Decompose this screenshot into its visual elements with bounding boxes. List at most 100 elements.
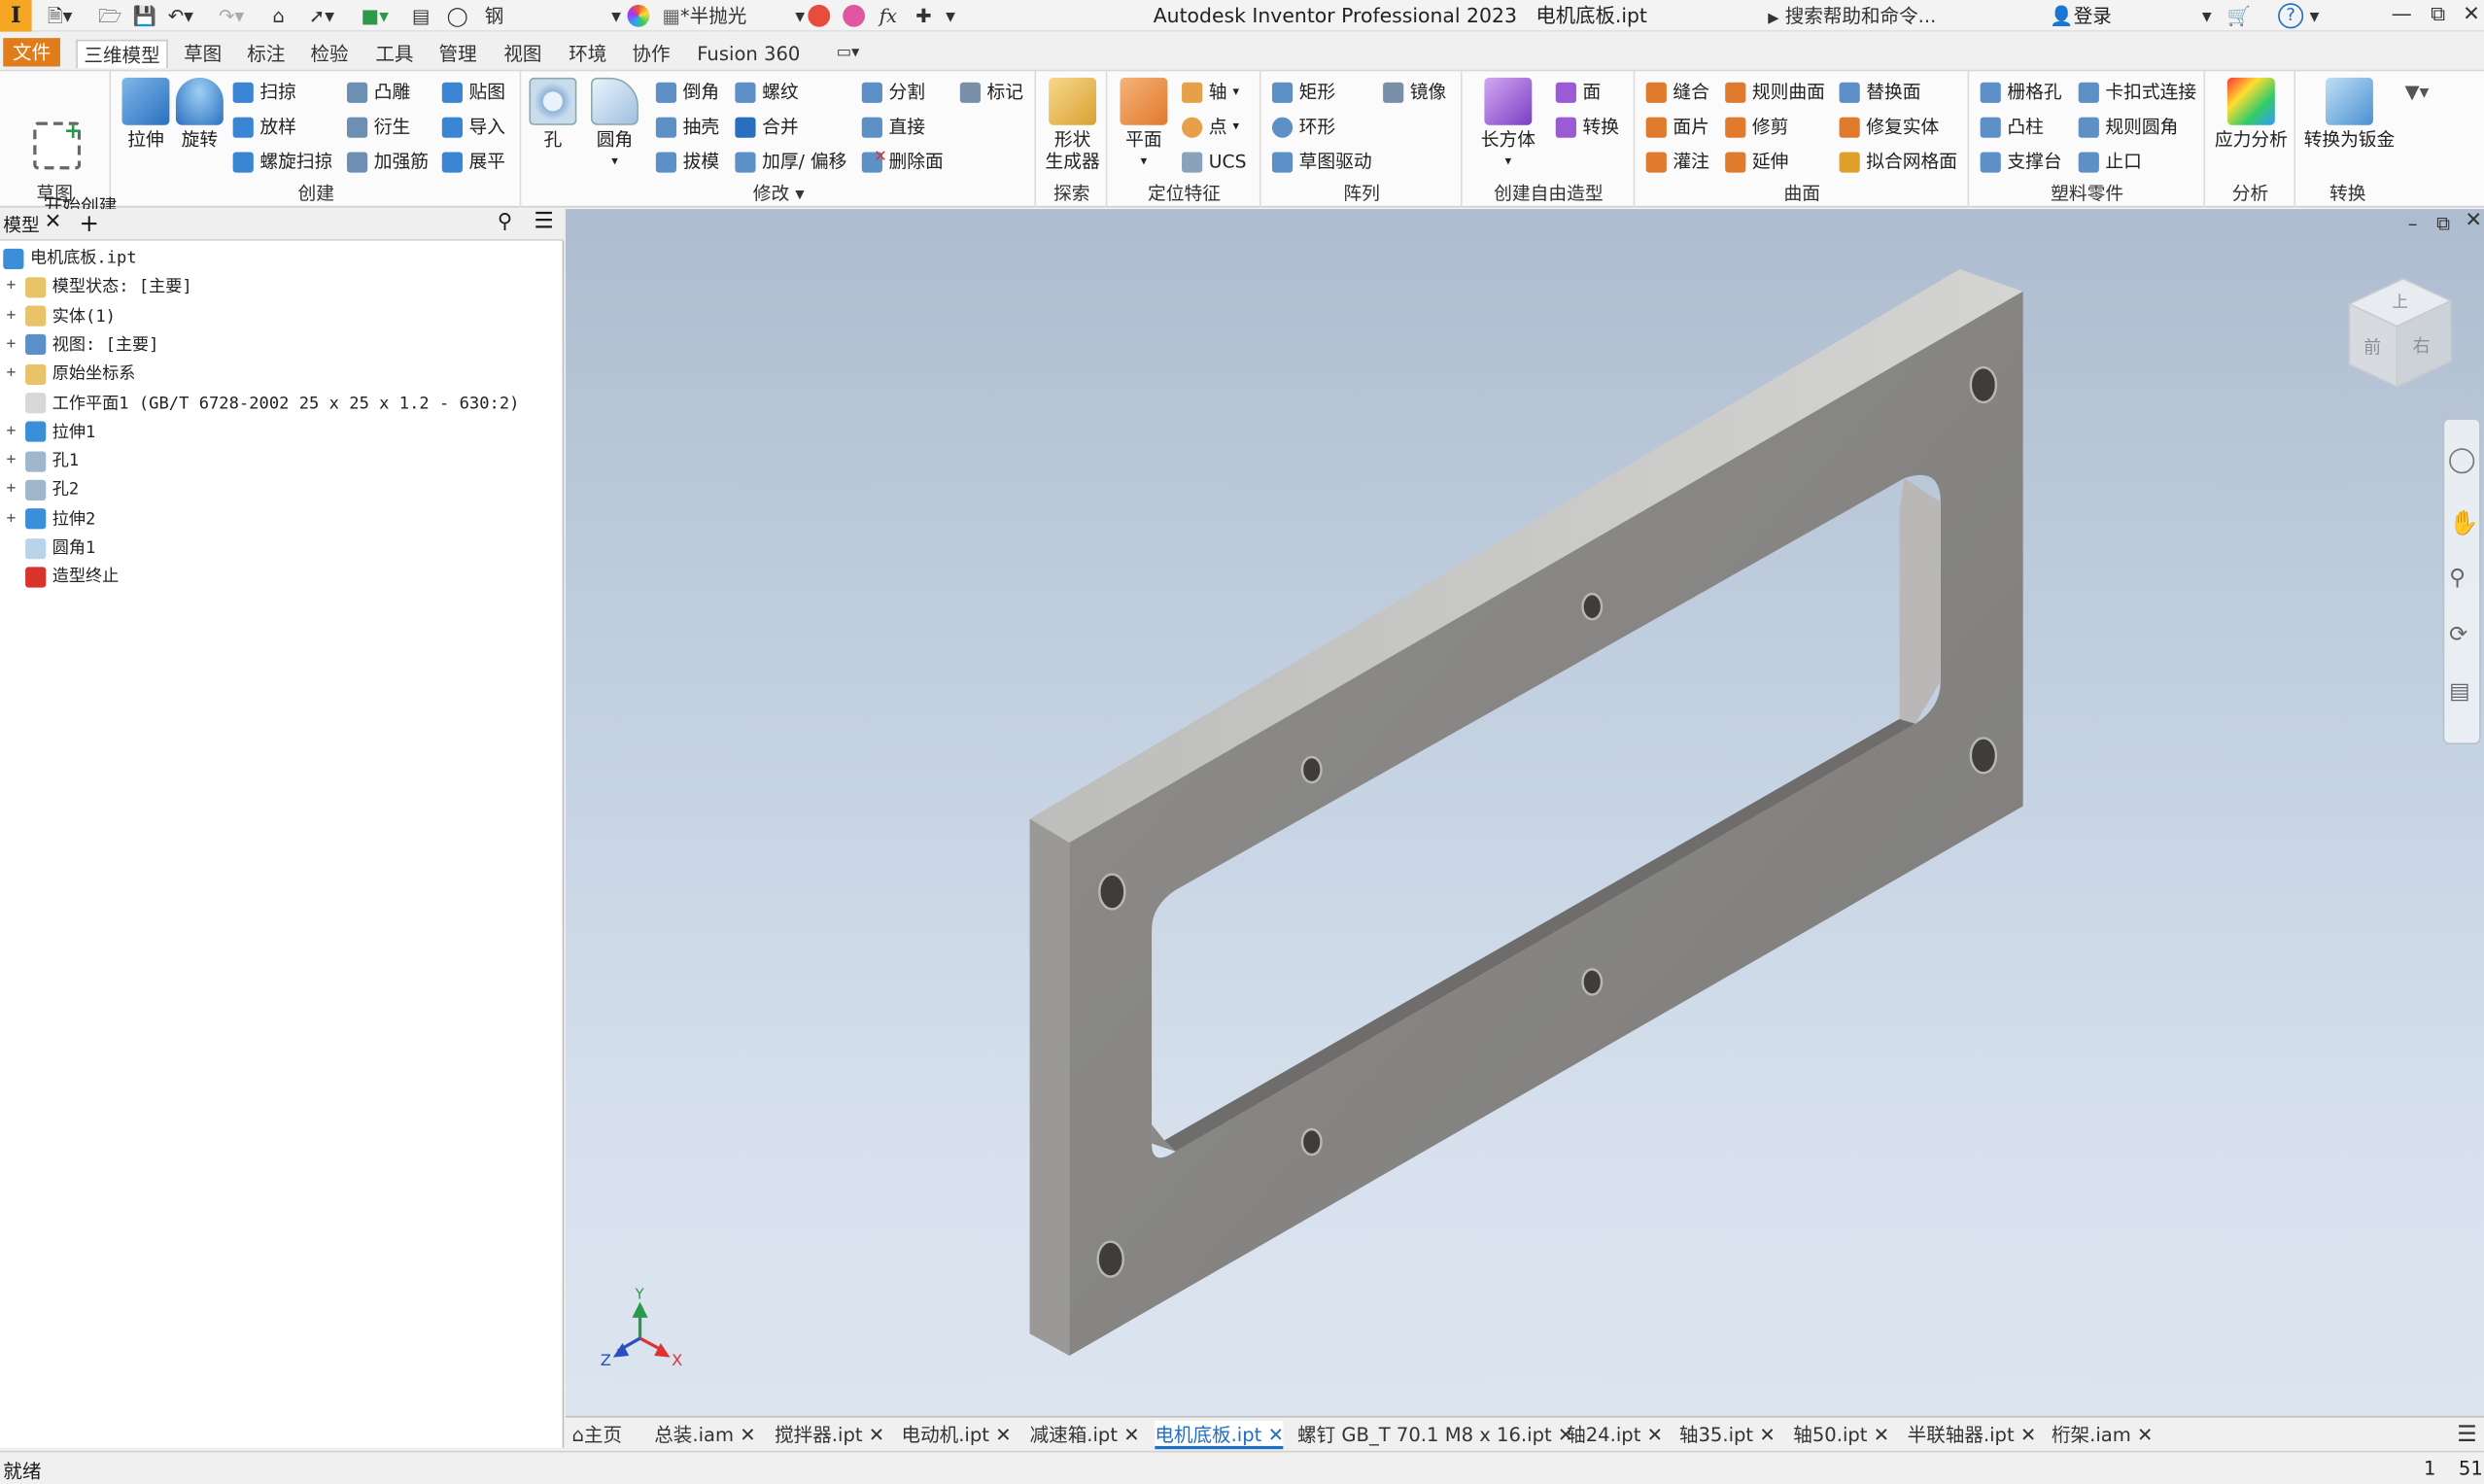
mirror-button[interactable]: 镜像 xyxy=(1383,78,1446,106)
emboss-button[interactable]: 凸雕 xyxy=(346,78,410,106)
minimize-icon[interactable]: — xyxy=(2389,3,2414,28)
mark-button[interactable]: 标记 xyxy=(959,78,1023,106)
close-icon[interactable]: ✕ xyxy=(740,1424,755,1446)
measure-icon[interactable]: ▤ xyxy=(412,3,430,28)
boss-button[interactable]: 凸柱 xyxy=(1980,113,2044,141)
extrude-button[interactable]: 拉伸 xyxy=(119,77,172,151)
thread-button[interactable]: 螺纹 xyxy=(735,78,799,106)
tab-home[interactable]: ⌂主页 xyxy=(571,1421,622,1449)
steering-wheel-icon[interactable] xyxy=(2449,448,2475,474)
rule-fillet-button[interactable]: 规则圆角 xyxy=(2078,113,2178,141)
tab-options-icon[interactable]: ▭▾ xyxy=(830,40,866,68)
expand-icon[interactable]: + xyxy=(3,330,18,359)
close-icon[interactable]: ✕ xyxy=(995,1424,1011,1446)
restore-icon[interactable]: ⧉ xyxy=(2426,3,2451,28)
view-cube-top[interactable]: 上 xyxy=(2392,293,2407,311)
axis-button[interactable]: 轴 ▾ xyxy=(1182,78,1239,106)
close-icon[interactable]: ✕ xyxy=(1759,1424,1775,1446)
tree-item[interactable]: + 孔2 xyxy=(3,476,79,504)
doc-tab[interactable]: 轴50.ipt ✕ xyxy=(1793,1421,1889,1449)
expand-icon[interactable]: + xyxy=(3,476,18,504)
home-icon[interactable]: ⌂ xyxy=(272,3,284,28)
tree-item[interactable]: 工作平面1 (GB/T 6728-2002 25 x 25 x 1.2 - 63… xyxy=(3,389,519,417)
tree-item[interactable]: 电机底板.ipt xyxy=(0,244,137,272)
appearance-icon[interactable] xyxy=(627,4,650,27)
ucs-button[interactable]: UCS xyxy=(1182,148,1246,176)
direct-button[interactable]: 直接 xyxy=(861,113,925,141)
material-icon[interactable]: ◯ xyxy=(447,3,468,28)
tree-item[interactable]: + 拉伸1 xyxy=(3,418,95,446)
appearance-select[interactable]: ▦*半抛光 ▾ xyxy=(662,3,805,28)
close-icon[interactable]: ✕ xyxy=(1874,1424,1889,1446)
convert-to-sheet-metal-button[interactable]: 转换为钣金 xyxy=(2300,77,2398,151)
close-view-icon[interactable]: ✕ xyxy=(2465,209,2482,232)
tree-item[interactable]: + 拉伸2 xyxy=(3,504,95,533)
plane-button[interactable]: 平面 ▾ xyxy=(1116,77,1173,173)
tab-fusion360[interactable]: Fusion 360 xyxy=(691,40,807,68)
thicken-button[interactable]: 加厚/ 偏移 xyxy=(735,148,846,176)
tab-collaborate[interactable]: 协作 xyxy=(626,40,676,68)
menu-icon[interactable]: ☰ xyxy=(534,209,553,234)
view-cube-front[interactable]: 前 xyxy=(2363,337,2381,358)
parameters-icon[interactable]: fx xyxy=(880,3,897,28)
tree-item[interactable]: + 视图: [主要] xyxy=(3,330,158,359)
extend-button[interactable]: 延伸 xyxy=(1725,148,1788,176)
browser-tab-model[interactable]: 模型 xyxy=(3,212,39,237)
material-select[interactable]: 钢 ▾ xyxy=(485,3,621,28)
doc-tab[interactable]: 轴35.ipt ✕ xyxy=(1679,1421,1776,1449)
new-file-icon[interactable]: 🗎▾ xyxy=(48,3,73,28)
part-view[interactable]: Z X Y 上 前 右 xyxy=(566,209,2484,1416)
coil-button[interactable]: 螺旋扫掠 xyxy=(232,148,332,176)
tree-item[interactable]: + 实体(1) xyxy=(3,302,116,330)
orbit-icon[interactable]: ⟳ xyxy=(2449,622,2467,647)
close-icon[interactable]: ✕ xyxy=(2020,1424,2036,1446)
app-logo[interactable]: I xyxy=(0,0,32,32)
shape-generator-button[interactable]: 形状 生成器 xyxy=(1041,77,1104,173)
tab-3d-model[interactable]: 三维模型 xyxy=(76,39,168,69)
snap-fit-button[interactable]: 卡扣式连接 xyxy=(2078,78,2196,106)
graphics-viewport[interactable]: Z X Y 上 前 右 – ⧉ ✕ ✋ ⚲ ⟳ ▤ xyxy=(565,209,2484,1416)
tab-environments[interactable]: 环境 xyxy=(563,40,613,68)
freeform-convert-button[interactable]: 转换 xyxy=(1555,113,1619,141)
chamfer-button[interactable]: 倒角 xyxy=(655,78,719,106)
trim-button[interactable]: 修剪 xyxy=(1725,113,1788,141)
view-cube[interactable]: 上 前 右 xyxy=(2347,277,2453,388)
chevron-down-icon[interactable]: ▾ xyxy=(2202,3,2212,28)
tab-view[interactable]: 视图 xyxy=(498,40,548,68)
doc-tab[interactable]: 轴24.ipt ✕ xyxy=(1567,1421,1663,1449)
rib-button[interactable]: 加强筋 xyxy=(346,148,429,176)
derive-button[interactable]: 衍生 xyxy=(346,113,410,141)
cart-icon[interactable]: 🛒 xyxy=(2227,3,2251,28)
open-folder-icon[interactable]: 🗁 xyxy=(98,3,121,28)
shell-button[interactable]: 抽壳 xyxy=(655,113,719,141)
expand-icon[interactable]: + xyxy=(3,302,18,330)
doc-tab[interactable]: 总装.iam ✕ xyxy=(654,1421,755,1449)
add-tab-icon[interactable]: + xyxy=(80,209,100,237)
tab-sketch[interactable]: 草图 xyxy=(178,40,228,68)
close-icon[interactable]: ✕ xyxy=(2137,1424,2153,1446)
minimize-view-icon[interactable]: – xyxy=(2408,212,2418,234)
tab-tools[interactable]: 工具 xyxy=(369,40,420,68)
doc-tab[interactable]: 螺钉 GB_T 70.1 M8 x 16.ipt ✕ xyxy=(1297,1421,1573,1449)
doc-tab[interactable]: 减速箱.ipt ✕ xyxy=(1030,1421,1140,1449)
tree-item[interactable]: + 孔1 xyxy=(3,447,79,475)
ribbon-options-icon[interactable]: ▼▾ xyxy=(2404,81,2429,103)
login-button[interactable]: 👤登录 xyxy=(2050,3,2112,28)
close-icon[interactable]: ✕ xyxy=(1647,1424,1663,1446)
close-icon[interactable]: ✕ xyxy=(1123,1424,1139,1446)
tree-item[interactable]: 圆角1 xyxy=(3,534,95,562)
revolve-button[interactable]: 旋转 xyxy=(173,77,226,151)
tab-annotate[interactable]: 标注 xyxy=(241,40,292,68)
fillet-button[interactable]: 圆角 ▾ xyxy=(586,77,643,173)
import-button[interactable]: 导入 xyxy=(441,113,505,141)
look-at-icon[interactable]: ▤ xyxy=(2449,679,2470,705)
sweep-button[interactable]: 扫掠 xyxy=(232,78,296,106)
combine-button[interactable]: 合并 xyxy=(735,113,799,141)
adjust-appearance-icon[interactable] xyxy=(843,4,866,27)
expand-icon[interactable]: + xyxy=(3,418,18,446)
unwrap-button[interactable]: 展平 xyxy=(441,148,505,176)
circular-pattern-button[interactable]: 环形 xyxy=(1271,113,1335,141)
plus-icon[interactable]: ✚ xyxy=(915,3,931,28)
rect-pattern-button[interactable]: 矩形 xyxy=(1271,78,1335,106)
update-icon[interactable]: ■▾ xyxy=(362,3,389,28)
